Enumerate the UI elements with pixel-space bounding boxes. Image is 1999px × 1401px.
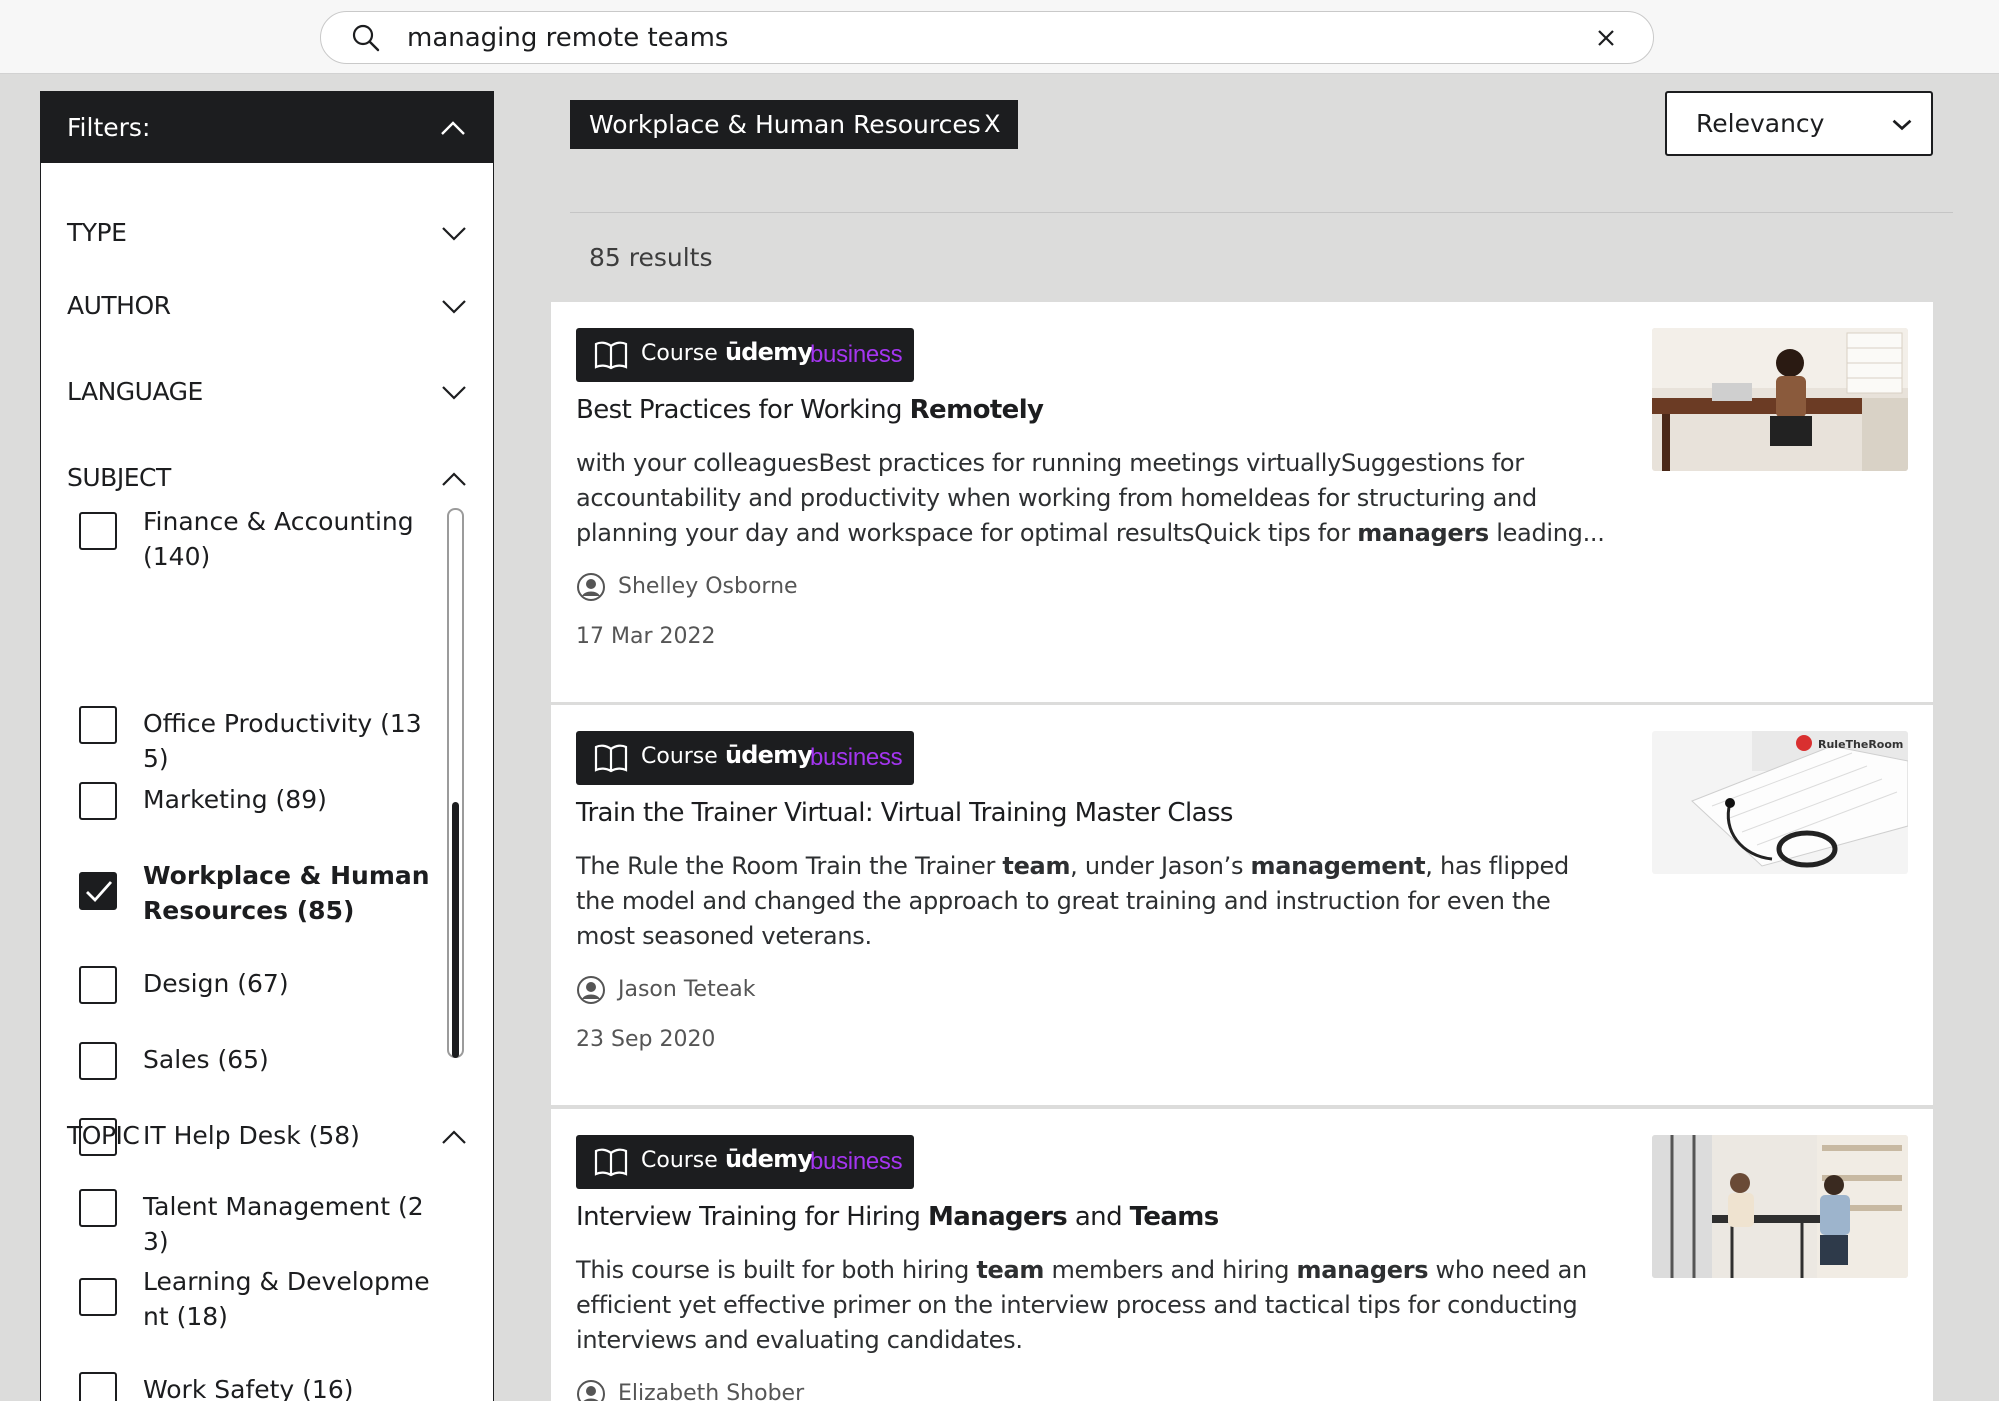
course-thumbnail[interactable]: RuleTheRoom (1652, 731, 1908, 874)
sort-selected-label: Relevancy (1696, 109, 1825, 138)
result-card[interactable]: Course ūdemy business Best Practices for… (551, 302, 1933, 702)
person-icon (577, 573, 605, 601)
author-name: Shelley Osborne (618, 574, 798, 599)
facet-topic-label: TOPIC (67, 1121, 140, 1150)
udemy-logo: ūdemy (725, 1145, 813, 1173)
option-label: Talent Management (23) (143, 1192, 424, 1256)
chevron-down-icon (1892, 119, 1912, 131)
active-filter-chip: Workplace & Human Resources X (570, 100, 1018, 149)
course-description: with your colleaguesBest practices for r… (576, 449, 1605, 547)
course-thumbnail[interactable] (1652, 328, 1908, 471)
option-label: Finance & Accounting (140) (143, 507, 414, 571)
person-icon (577, 1380, 605, 1401)
udemy-logo: ūdemy (725, 338, 813, 366)
facet-type[interactable]: TYPE (67, 212, 467, 252)
checkbox[interactable] (79, 1042, 117, 1080)
badge-type: Course (641, 341, 718, 366)
badge-type: Course (641, 1148, 718, 1173)
facet-subject-label: SUBJECT (67, 463, 171, 492)
remove-filter-button[interactable]: X (984, 110, 1000, 138)
result-card[interactable]: Course ūdemy business Train the Trainer … (551, 705, 1933, 1105)
clear-search-icon[interactable] (1595, 27, 1617, 49)
udemy-business-logo: business (810, 1148, 903, 1175)
course-thumbnail[interactable] (1652, 1135, 1908, 1278)
course-date: 23 Sep 2020 (576, 1027, 716, 1052)
sort-dropdown[interactable]: Relevancy (1665, 91, 1933, 156)
course-badge: Course ūdemy business (576, 328, 914, 382)
search-icon[interactable] (351, 23, 381, 53)
course-description: This course is built for both hiring tea… (576, 1256, 1587, 1354)
facet-type-label: TYPE (67, 218, 127, 247)
divider (570, 212, 1953, 213)
chevron-down-icon[interactable] (441, 385, 467, 401)
facet-language-label: LANGUAGE (67, 377, 203, 406)
option-label: Workplace & Human Resources (85) (143, 861, 430, 925)
option-label: Work Safety (16) (143, 1375, 354, 1401)
course-title[interactable]: Best Practices for Working Remotely (576, 395, 1044, 425)
filters-title: Filters: (67, 113, 151, 142)
book-icon (594, 1148, 628, 1177)
option-label: Marketing (89) (143, 785, 327, 814)
office-photo-image (1652, 328, 1908, 471)
option-label: Sales (65) (143, 1045, 269, 1074)
checkmark-icon (86, 881, 113, 903)
filters-header[interactable]: Filters: (41, 92, 493, 163)
chevron-up-icon[interactable] (441, 471, 467, 487)
udemy-business-logo: business (810, 744, 903, 771)
checkbox[interactable] (79, 1372, 117, 1401)
checkbox-checked[interactable] (79, 872, 117, 910)
course-title[interactable]: Interview Training for Hiring Managers a… (576, 1202, 1219, 1232)
course-badge: Course ūdemy business (576, 1135, 914, 1189)
top-bar (0, 0, 1999, 74)
facet-language[interactable]: LANGUAGE (67, 371, 467, 411)
author-name: Elizabeth Shober (618, 1381, 805, 1401)
book-icon (594, 744, 628, 773)
udemy-business-logo: business (810, 341, 903, 368)
checkbox[interactable] (79, 1189, 117, 1227)
badge-type: Course (641, 744, 718, 769)
option-label: Learning & Development (18) (143, 1267, 430, 1331)
chevron-up-icon[interactable] (440, 120, 466, 136)
course-date: 17 Mar 2022 (576, 624, 716, 649)
person-icon (577, 976, 605, 1004)
book-icon (594, 341, 628, 370)
result-card[interactable]: Course ūdemy business Interview Training… (551, 1109, 1933, 1401)
course-badge: Course ūdemy business (576, 731, 914, 785)
course-title[interactable]: Train the Trainer Virtual: Virtual Train… (576, 798, 1233, 828)
results-count: 85 results (589, 243, 713, 272)
author-name: Jason Teteak (618, 977, 756, 1002)
udemy-logo: ūdemy (725, 741, 813, 769)
interview-photo-image (1652, 1135, 1908, 1278)
chevron-up-icon[interactable] (441, 1129, 467, 1145)
option-label: Design (67) (143, 969, 289, 998)
checkbox[interactable] (79, 706, 117, 744)
facet-author[interactable]: AUTHOR (67, 285, 467, 325)
checkbox[interactable] (79, 782, 117, 820)
checkbox[interactable] (79, 512, 117, 550)
subject-scrollbar-thumb[interactable] (452, 802, 459, 1058)
active-filter-label: Workplace & Human Resources (589, 110, 981, 139)
option-label: Office Productivity (135) (143, 709, 422, 773)
checkbox[interactable] (79, 966, 117, 1004)
facet-topic[interactable]: TOPIC (67, 1115, 467, 1155)
rule-the-room-logo: RuleTheRoom (1818, 738, 1903, 751)
facet-author-label: AUTHOR (67, 291, 171, 320)
course-description: The Rule the Room Train the Trainer team… (576, 852, 1569, 950)
search-bar (320, 11, 1654, 64)
search-input[interactable] (407, 21, 1557, 55)
chevron-down-icon[interactable] (441, 299, 467, 315)
headset-keyboard-image: RuleTheRoom (1652, 731, 1908, 874)
checkbox[interactable] (79, 1278, 117, 1316)
chevron-down-icon[interactable] (441, 226, 467, 242)
filters-sidebar: Filters: TYPE AUTHOR LANGUAGE SUBJECT Fi… (40, 91, 494, 1401)
facet-subject[interactable]: SUBJECT (67, 457, 467, 497)
